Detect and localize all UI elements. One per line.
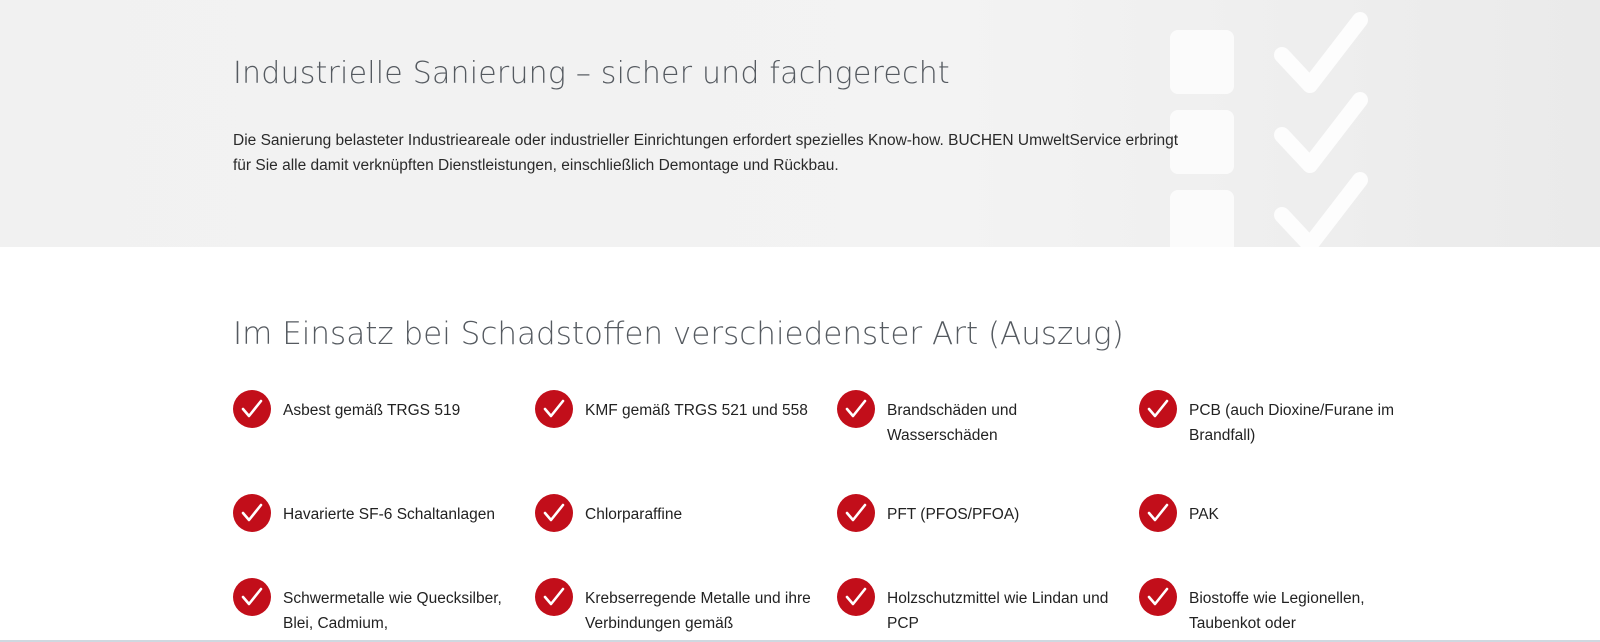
section-title: Im Einsatz bei Schadstoffen verschiedens… — [233, 316, 1124, 352]
checkmark-circle-icon — [535, 494, 573, 532]
checkmark-circle-icon — [1139, 494, 1177, 532]
checkmark-circle-icon — [837, 390, 875, 428]
list-item-label: Chlorparaffine — [585, 506, 683, 523]
pollutant-list: Asbest gemäß TRGS 519 KMF gemäß TRGS 521 … — [233, 390, 1433, 642]
checkmark-circle-icon — [233, 390, 271, 428]
list-item-label: Krebserregende Metalle und ihre Verbindu… — [585, 590, 811, 632]
checkmark-circle-icon — [837, 494, 875, 532]
hero-description: Die Sanierung belasteter Industrieareale… — [233, 132, 1179, 174]
hero-title: Industrielle Sanierung – sicher und fach… — [233, 56, 950, 91]
list-item-label: PAK — [1189, 506, 1219, 523]
checkmark-circle-icon — [837, 578, 875, 616]
list-item-label: Schwermetalle wie Quecksilber, Blei, Cad… — [283, 590, 502, 632]
checkmark-circle-icon — [535, 578, 573, 616]
checklist-icon — [1170, 12, 1368, 247]
page: Industrielle Sanierung – sicher und fach… — [0, 0, 1600, 642]
list-item-label: Biostoffe wie Legionellen, Taubenkot ode… — [1189, 590, 1365, 632]
list-item-label: PCB (auch Dioxine/Furane im Brandfall) — [1189, 402, 1395, 444]
checkmark-circle-icon — [233, 494, 271, 532]
list-item-label: Holzschutzmittel wie Lindan und PCP — [887, 590, 1109, 632]
checkmark-circle-icon — [1139, 578, 1177, 616]
list-item-label: PFT (PFOS/PFOA) — [887, 506, 1020, 523]
hero-section: Industrielle Sanierung – sicher und fach… — [0, 0, 1600, 247]
list-item-label: Asbest gemäß TRGS 519 — [283, 402, 461, 419]
list-item-label: KMF gemäß TRGS 521 und 558 — [585, 402, 808, 419]
checkmark-circle-icon — [1139, 390, 1177, 428]
list-item-label: Havarierte SF-6 Schaltanlagen — [283, 506, 495, 523]
checkmark-circle-icon — [535, 390, 573, 428]
checkmark-circle-icon — [233, 578, 271, 616]
list-item-label: Brandschäden und Wasserschäden — [887, 402, 1018, 444]
